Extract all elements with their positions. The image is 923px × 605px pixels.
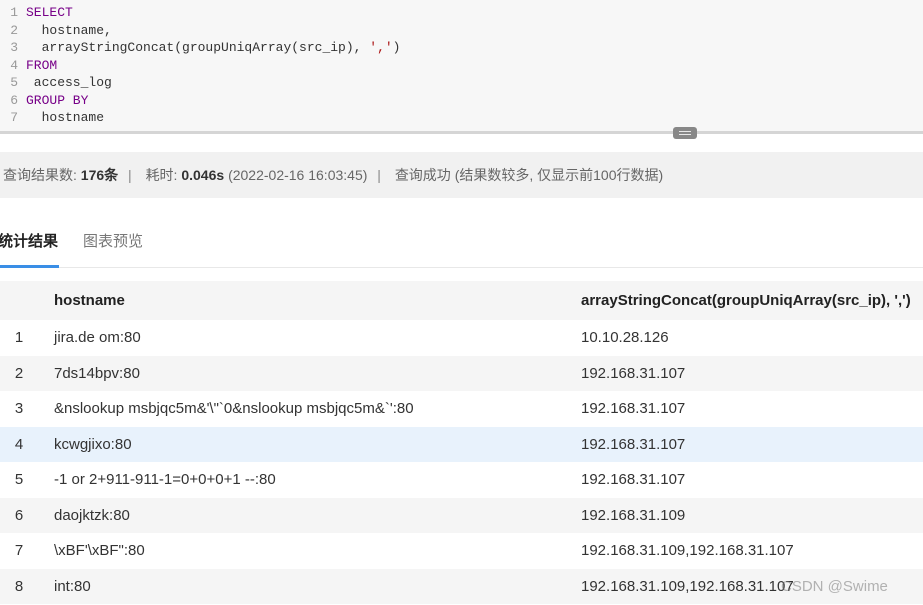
- query-status-bar: 查询结果数: 176条 | 耗时: 0.046s (2022-02-16 16:…: [0, 152, 923, 198]
- hostname-cell: 7ds14bpv:80: [54, 364, 140, 382]
- row-index-cell: 5: [14, 471, 24, 488]
- sql-keyword: SELECT: [26, 5, 73, 20]
- line-number: 1: [10, 5, 18, 20]
- src-ip-cell: 192.168.31.107: [581, 400, 686, 417]
- table-row[interactable]: 3 &nslookup msbjqc5m&'\"`0&nslookup msbjq…: [0, 391, 923, 427]
- table-body: 1 jira.de om:80 10.10.28.126 2 7ds14bpv:80 19…: [0, 320, 923, 604]
- sql-code: ): [392, 40, 401, 55]
- code-line[interactable]: 2 hostname,: [0, 22, 112, 40]
- result-tabs: 统计结果 图表预览: [0, 222, 923, 268]
- table-row[interactable]: 4 kcwgjixo:80 192.168.31.107: [0, 426, 923, 462]
- code-line[interactable]: 6 GROUP BY: [0, 92, 88, 110]
- hostname-cell: jira.de om:80: [54, 329, 141, 346]
- table-row[interactable]: 5 -1 or 2+911-911-1=0+0+0+1 --:80 192.168.…: [0, 462, 923, 498]
- column-header-hostname[interactable]: hostname: [54, 281, 125, 320]
- code-line[interactable]: 7 hostname: [0, 109, 104, 127]
- column-header-src-ip[interactable]: arrayStringConcat(groupUniqArray(src_ip)…: [581, 281, 911, 320]
- sql-code: arrayStringConcat(groupUniqArray(src_ip)…: [26, 40, 370, 55]
- table-row[interactable]: 7 \xBF'\xBF":80 192.168.31.109,192.168.31.…: [0, 533, 923, 569]
- line-number: 2: [10, 22, 18, 38]
- code-line[interactable]: 4 FROM: [0, 57, 57, 75]
- table-row[interactable]: 2 7ds14bpv:80 192.168.31.107: [0, 355, 923, 391]
- src-ip-cell: 192.168.31.109,192.168.31.107: [581, 577, 794, 595]
- hostname-cell: -1 or 2+911-911-1=0+0+0+1 --:80: [54, 471, 276, 488]
- row-index-cell: 8: [14, 577, 24, 595]
- src-ip-cell: 10.10.28.126: [581, 329, 669, 346]
- sql-editor[interactable]: 1 SELECT 2 hostname, 3 arrayStringConcat(gr…: [0, 0, 923, 139]
- status-separator: |: [377, 167, 381, 183]
- table-row[interactable]: 6 daojktzk:80 192.168.31.109: [0, 497, 923, 533]
- row-index-cell: 3: [14, 400, 24, 417]
- row-index-cell: 2: [14, 364, 24, 382]
- elapsed-time-label: 耗时:: [145, 167, 178, 183]
- result-count-value: 176条: [80, 167, 119, 183]
- table-header-row: hostname arrayStringConcat(groupUniqArra…: [0, 281, 923, 320]
- query-timestamp: (2022-02-16 16:03:45): [228, 167, 368, 183]
- src-ip-cell: 192.168.31.107: [581, 435, 686, 453]
- tab-statistics[interactable]: 统计结果: [0, 232, 58, 252]
- sql-code: hostname,: [26, 22, 112, 38]
- hostname-cell: \xBF'\xBF":80: [54, 542, 145, 559]
- code-line[interactable]: 3 arrayStringConcat(groupUniqArray(src_i…: [0, 39, 400, 57]
- row-index-cell: 6: [14, 506, 24, 524]
- hostname-cell: &nslookup msbjqc5m&'\"`0&nslookup msbjqc…: [54, 400, 414, 417]
- sql-code: access_log: [26, 75, 112, 90]
- result-count-label: 查询结果数:: [3, 167, 77, 183]
- hostname-cell: kcwgjixo:80: [54, 435, 132, 453]
- results-table: hostname arrayStringConcat(groupUniqArra…: [0, 281, 923, 604]
- hostname-cell: daojktzk:80: [54, 506, 130, 524]
- src-ip-cell: 192.168.31.107: [581, 471, 686, 488]
- line-number: 5: [10, 75, 18, 90]
- hostname-cell: int:80: [54, 577, 91, 595]
- line-number: 3: [10, 40, 18, 55]
- code-line[interactable]: 1 SELECT: [0, 4, 73, 22]
- src-ip-cell: 192.168.31.109,192.168.31.107: [581, 542, 794, 559]
- sql-keyword: GROUP BY: [26, 92, 89, 108]
- sql-code: hostname: [26, 110, 105, 125]
- table-row[interactable]: 1 jira.de om:80 10.10.28.126: [0, 320, 923, 356]
- watermark: CSDN @Swime: [781, 578, 888, 595]
- row-index-cell: 7: [14, 542, 24, 559]
- code-line[interactable]: 5 access_log: [0, 74, 112, 92]
- elapsed-time-value: 0.046s: [181, 167, 225, 183]
- src-ip-cell: 192.168.31.109: [581, 506, 686, 524]
- status-separator: |: [128, 167, 132, 183]
- line-number: 6: [10, 92, 18, 108]
- query-status-message: 查询成功 (结果数较多, 仅显示前100行数据): [394, 167, 664, 183]
- src-ip-cell: 192.168.31.107: [581, 364, 686, 382]
- sql-string: ',': [369, 40, 393, 55]
- sql-keyword: FROM: [26, 57, 58, 73]
- row-index-cell: 4: [14, 435, 24, 453]
- active-tab-indicator: [0, 265, 59, 268]
- line-number: 7: [10, 110, 18, 125]
- line-number: 4: [10, 57, 18, 73]
- tab-chart-preview[interactable]: 图表预览: [83, 232, 143, 252]
- editor-resize-handle[interactable]: [673, 127, 697, 139]
- row-index-cell: 1: [14, 329, 24, 346]
